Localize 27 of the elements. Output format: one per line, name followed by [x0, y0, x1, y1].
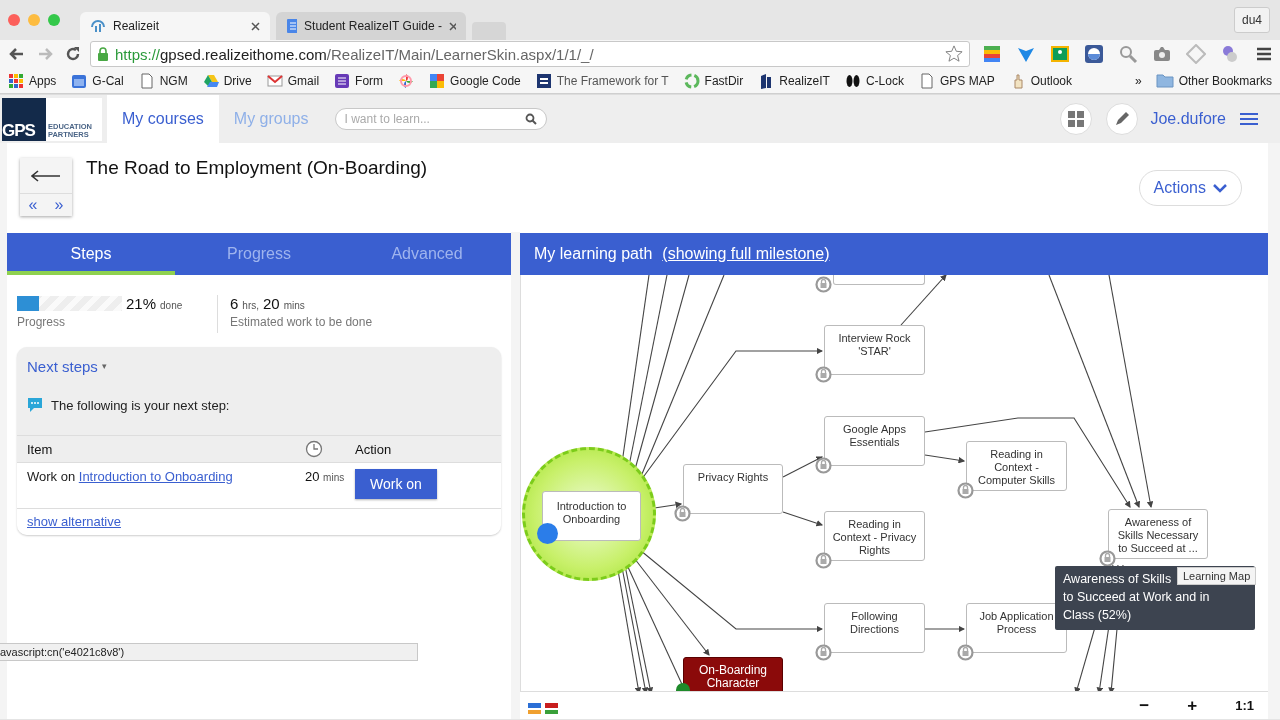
minutes-unit: mins	[283, 300, 305, 311]
node-label: Google Apps Essentials	[842, 422, 907, 449]
hours-value: 6	[230, 295, 239, 312]
item-text: Work on	[27, 469, 77, 484]
column-header: Action	[355, 441, 392, 457]
node-label: Job Application Process	[978, 609, 1055, 636]
node-label: Interview Rock 'STAR'	[837, 331, 912, 358]
panel-title: My learning path	[534, 244, 653, 263]
progress-suffix: done	[160, 300, 183, 311]
node-label: Reading in Context - Privacy Rights	[831, 517, 918, 557]
duration-unit: mins	[323, 472, 345, 483]
node-label: Following Directions	[849, 609, 900, 636]
minutes-value: 20	[263, 295, 280, 312]
course-title: The Road to Employment (On-Boarding)	[86, 157, 429, 179]
status-text: avascript:cn('e4021c8v8')	[0, 646, 125, 658]
progress-label: Progress	[17, 315, 67, 329]
node-label: Awareness of Skills Necessary to Succeed at ...	[1116, 515, 1200, 555]
node-label: Reading in Context - Computer Skills	[977, 447, 1056, 487]
estimate-label: Estimated work to be done	[230, 315, 373, 329]
message-text: The following is your next step:	[51, 397, 230, 413]
node-label: Introduction to Onboarding	[555, 499, 628, 526]
progress-percent: 21%	[126, 295, 157, 312]
node-label: Privacy Rights	[697, 470, 769, 484]
node-label: On-Boarding Character	[697, 663, 768, 690]
hours-unit: hrs,	[242, 300, 259, 311]
duration-value: 20	[305, 469, 320, 484]
column-header: Item	[27, 441, 53, 457]
